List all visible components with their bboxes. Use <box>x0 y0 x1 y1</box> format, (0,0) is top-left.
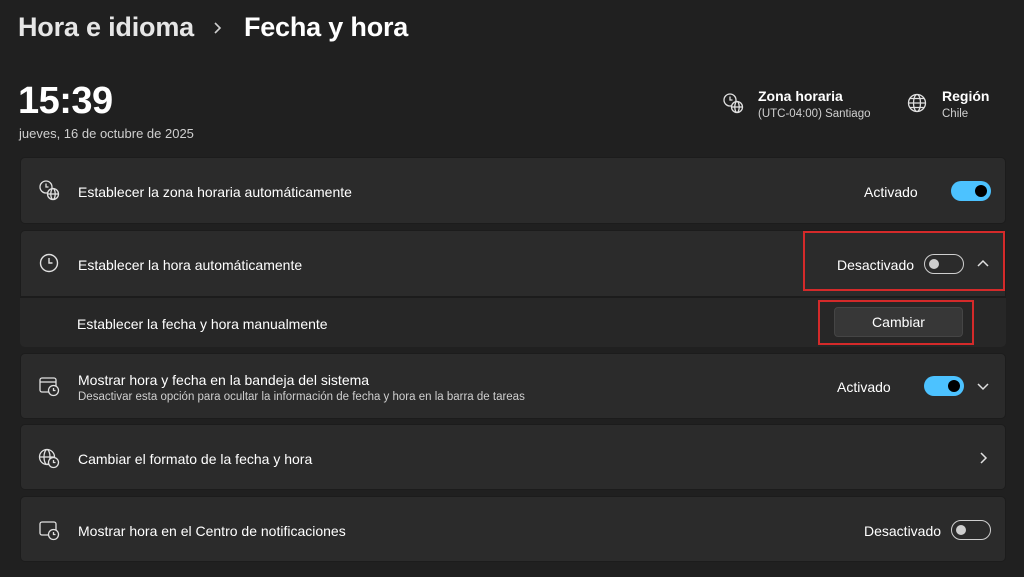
current-time: 15:39 <box>18 80 113 122</box>
globe-clock-icon <box>38 447 60 469</box>
notification-center-label: Mostrar hora en el Centro de notificacio… <box>78 523 346 539</box>
chevron-right-icon[interactable] <box>975 450 991 466</box>
settings-page: Hora e idioma Fecha y hora 15:39 jueves,… <box>0 0 1024 577</box>
calendar-clock-icon <box>38 375 60 397</box>
auto-timezone-label: Establecer la zona horaria automáticamen… <box>78 184 352 200</box>
chevron-right-icon <box>206 16 230 40</box>
notification-center-state: Desactivado <box>864 523 942 539</box>
notification-clock-icon <box>38 519 60 541</box>
region-info[interactable]: Región Chile <box>906 87 989 120</box>
auto-timezone-state: Activado <box>864 184 918 200</box>
toggle-knob <box>956 525 966 535</box>
manual-datetime-label: Establecer la fecha y hora manualmente <box>77 316 328 332</box>
highlight-box-button <box>818 300 974 345</box>
breadcrumb: Hora e idioma Fecha y hora <box>18 12 408 43</box>
format-label: Cambiar el formato de la fecha y hora <box>78 451 313 467</box>
chevron-down-icon[interactable] <box>975 378 991 394</box>
tray-description: Desactivar esta opción para ocultar la i… <box>78 391 525 403</box>
notification-center-card: Mostrar hora en el Centro de notificacio… <box>20 496 1006 562</box>
notification-center-toggle[interactable] <box>951 520 991 540</box>
auto-time-label: Establecer la hora automáticamente <box>78 257 303 273</box>
timezone-title: Zona horaria <box>758 88 843 104</box>
clock-globe-icon <box>722 92 744 114</box>
tray-label: Mostrar hora y fecha en la bandeja del s… <box>78 372 370 388</box>
auto-timezone-card: Establecer la zona horaria automáticamen… <box>20 157 1006 224</box>
clock-globe-icon <box>38 179 60 201</box>
toggle-knob <box>948 380 960 392</box>
highlight-box-toggle <box>803 231 1005 291</box>
region-value: Chile <box>942 108 969 120</box>
format-card[interactable]: Cambiar el formato de la fecha y hora <box>20 424 1006 490</box>
page-title: Fecha y hora <box>243 12 409 42</box>
toggle-knob <box>975 185 987 197</box>
auto-timezone-toggle[interactable] <box>951 181 991 201</box>
timezone-info[interactable]: Zona horaria (UTC-04:00) Santiago <box>722 87 871 120</box>
clock-icon <box>38 252 60 274</box>
globe-icon <box>906 92 928 114</box>
tray-state: Activado <box>837 379 891 395</box>
current-date: jueves, 16 de octubre de 2025 <box>19 126 194 141</box>
tray-toggle[interactable] <box>924 376 964 396</box>
region-title: Región <box>942 88 990 104</box>
breadcrumb-parent[interactable]: Hora e idioma <box>18 12 194 43</box>
tray-card[interactable]: Mostrar hora y fecha en la bandeja del s… <box>20 353 1006 419</box>
timezone-value: (UTC-04:00) Santiago <box>758 108 871 120</box>
